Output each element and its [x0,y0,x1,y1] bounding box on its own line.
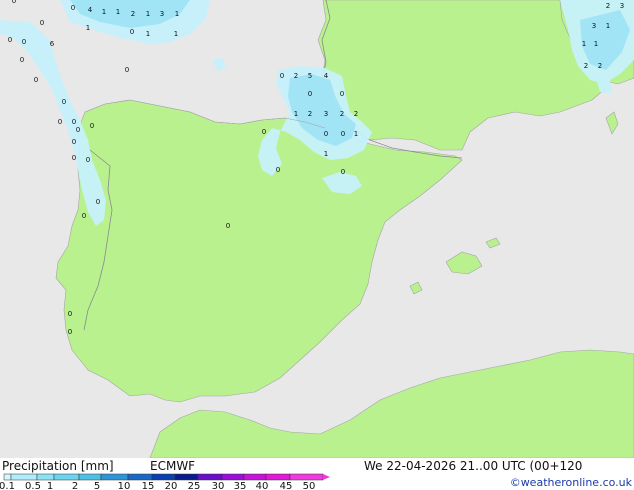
legend-color-swatch [197,473,223,481]
legend-tick-label: 5 [94,481,100,490]
precip-value-label: 2 [340,110,344,118]
map-canvas: 0 4 1 1 2 1 3 11 0 1 1000 0 600000 2 5 40 01 2 3 2 20 0 10100 0… [0,0,634,490]
legend-tick-label: 1 [47,481,53,490]
precip-value-label: 0 [22,38,26,46]
precip-value-label: 0 [130,28,134,36]
precip-value-label: 3 [620,2,624,10]
legend-color-swatch [100,473,129,481]
precip-value-label: 2 [294,72,298,80]
credit: ©weatheronline.co.uk [510,476,633,489]
legend-color-swatch [10,473,38,481]
precip-value-label: 1 [116,8,120,16]
precip-value-label: 1 [86,24,90,32]
legend-color-swatch [78,473,102,481]
precip-value-label: 0 [20,56,24,64]
precip-value-label: 3 [592,22,596,30]
precip-value-label: 0 [71,4,75,12]
precip-value-label: 0 [34,76,38,84]
precip-value-label: 1 [354,130,358,138]
precip-value-label: 0 [86,156,90,164]
precip-value-label: 0 [68,328,72,336]
precip-value-label: 1 [294,110,298,118]
precip-value-label: 0 [40,19,44,27]
precip-value-label: 3 [160,10,164,18]
precip-value-label: 1 [324,150,328,158]
precip-value-label: 0 [308,90,312,98]
precip-value-label: 0 [8,36,12,44]
precip-value-label: 0 [280,72,284,80]
precip-value-label: 0 [341,168,345,176]
legend-tick-label: 0.5 [25,481,41,490]
legend-tick-label: 0.1 [0,481,15,490]
precip-value-label: 2 [606,2,610,10]
legend-color-swatch [36,473,55,481]
precip-value-label: 0 [68,310,72,318]
precip-value-label: 1 [594,40,598,48]
precip-value-label: 0 [72,118,76,126]
legend-tick-label: 25 [188,481,201,490]
precip-value-label: 4 [88,6,93,14]
legend-color-swatch [53,473,80,481]
precip-value-label: 0 [62,98,66,106]
model-label: ECMWF [150,459,195,473]
legend-color-swatch [265,473,291,481]
precip-value-label: 4 [324,72,329,80]
precip-value-label: 2 [308,110,312,118]
precip-value-label: 1 [146,10,150,18]
legend-tick-label: 50 [303,481,316,490]
precip-value-label: 1 [102,8,106,16]
legend-color-swatch [221,473,245,481]
precip-value-label: 1 [146,30,150,38]
precip-value-label: 0 [125,66,129,74]
legend-color-swatch [174,473,199,481]
title: Precipitation [mm] [2,459,114,473]
precip-value-label: 0 [82,212,86,220]
legend-color-swatch [243,473,267,481]
valid-time: We 22-04-2026 21..00 UTC (00+120 [364,459,582,473]
precip-value-label: 0 [76,126,80,134]
legend-colorbar [3,473,330,481]
legend-tick-label: 10 [118,481,131,490]
precip-value-label: 0 [12,0,16,5]
legend-color-swatch [127,473,153,481]
legend-color-swatch [151,473,176,481]
precip-value-label: 0 [262,128,266,136]
legend-tick-label: 15 [142,481,155,490]
precip-value-label: 0 [72,154,76,162]
legend-tick-label: 30 [212,481,225,490]
precip-value-label: 0 [340,90,344,98]
precip-value-label: 2 [598,62,602,70]
precip-value-label: 0 [341,130,345,138]
precip-value-label: 0 [90,122,94,130]
precip-value-label: 0 [72,138,76,146]
legend-tick-label: 20 [165,481,178,490]
precip-value-label: 0 [96,198,100,206]
precip-value-label: 2 [584,62,588,70]
legend-color-swatch [289,473,324,481]
precip-value-label: 1 [175,10,179,18]
legend-tick-label: 2 [72,481,78,490]
precip-value-label: 3 [324,110,328,118]
precip-value-label: 0 [324,130,328,138]
legend-tick-label: 35 [234,481,247,490]
precip-value-label: 2 [354,110,358,118]
precip-value-label: 1 [582,40,586,48]
precip-value-label: 6 [50,40,55,48]
precip-value-label: 0 [276,166,280,174]
precip-value-label: 0 [58,118,62,126]
precip-value-label: 1 [606,22,610,30]
precip-value-label: 2 [131,10,135,18]
precip-value-label: 0 [226,222,230,230]
precip-value-label: 1 [174,30,178,38]
legend-tick-label: 40 [256,481,269,490]
weather-map: 0411213110110000600000254001232200101000… [0,0,634,490]
precip-value-label: 5 [308,72,312,80]
legend-tick-label: 45 [280,481,293,490]
legend-color-swatch [3,473,12,481]
